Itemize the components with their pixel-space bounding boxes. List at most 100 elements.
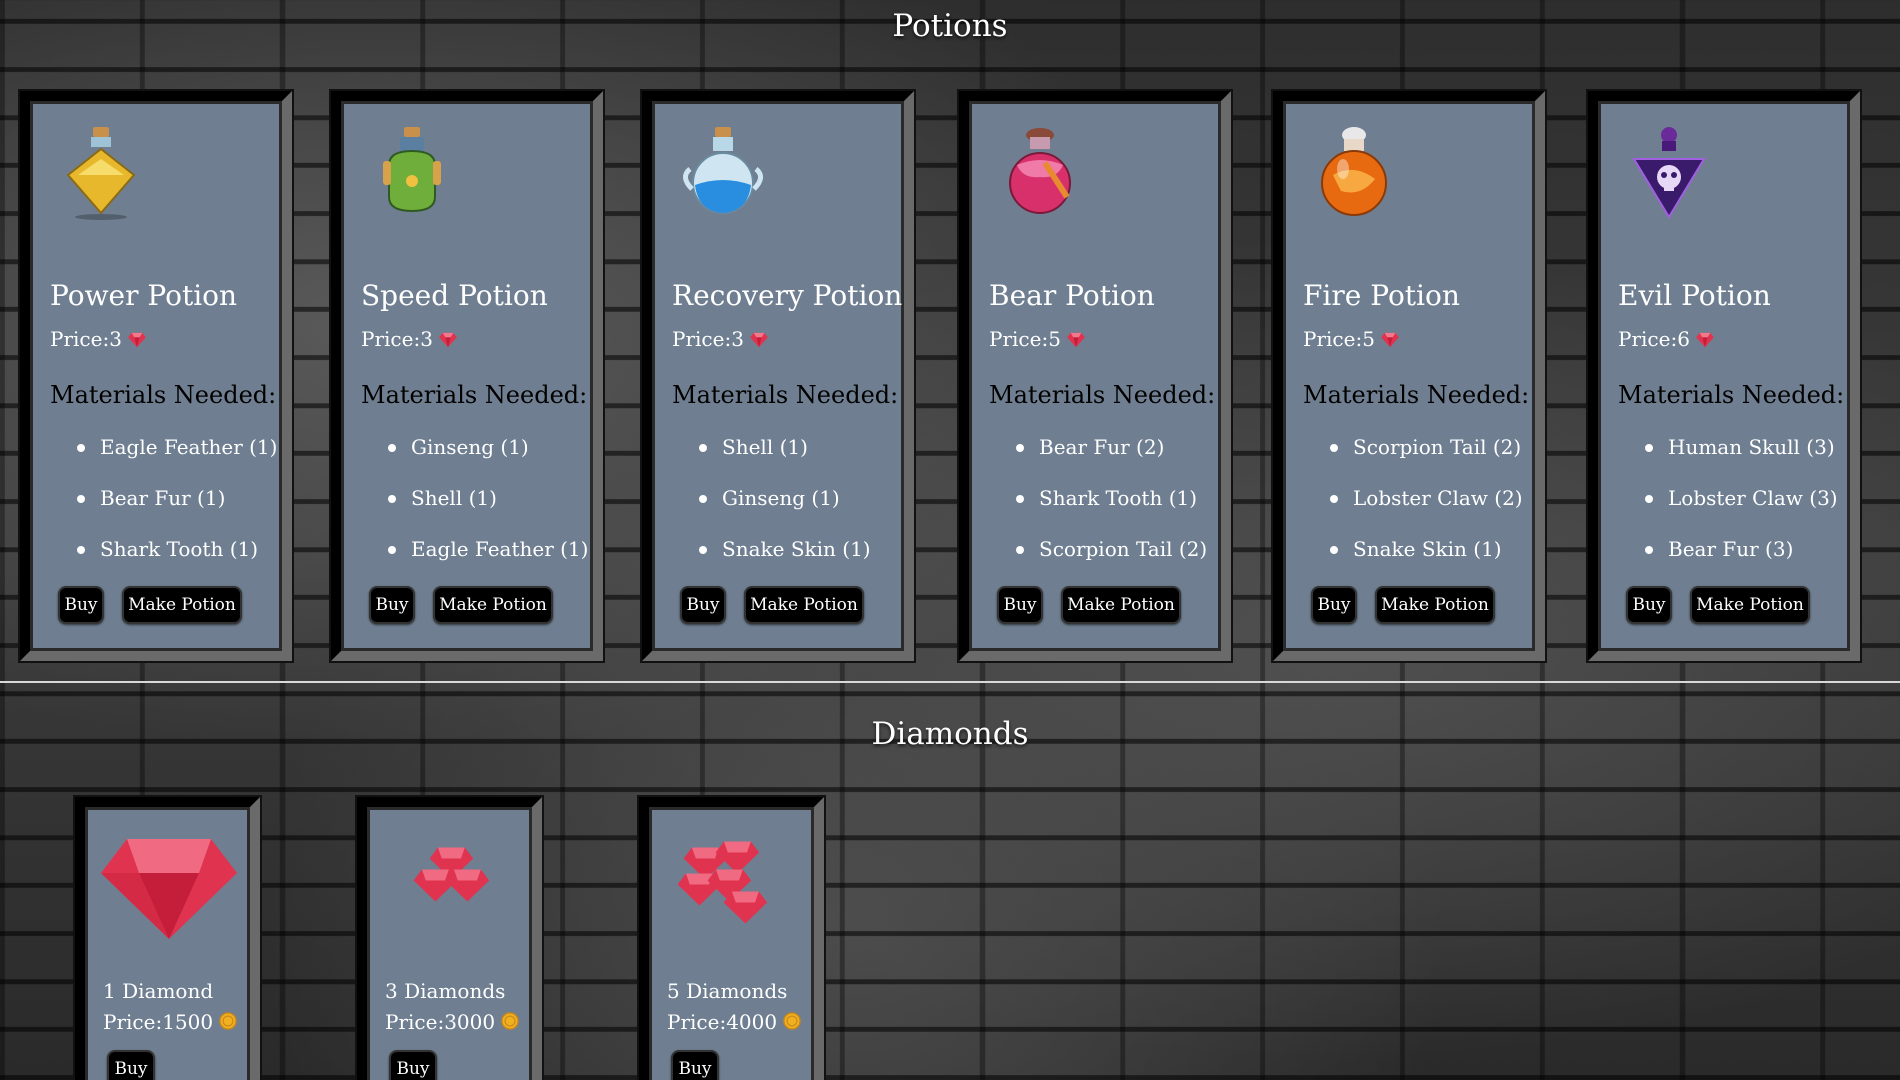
potion-name: Recovery Potion bbox=[672, 279, 903, 312]
make-potion-button[interactable]: Make Potion bbox=[1690, 586, 1810, 624]
yellow-potion-icon bbox=[66, 127, 136, 220]
buy-button[interactable]: Buy bbox=[997, 586, 1043, 624]
diamond-price: Price:4000 bbox=[667, 1010, 801, 1034]
buy-button[interactable]: Buy bbox=[389, 1050, 437, 1080]
buy-button[interactable]: Buy bbox=[1626, 586, 1672, 624]
price-text: Price:5 bbox=[989, 327, 1061, 351]
make-potion-button[interactable]: Make Potion bbox=[1061, 586, 1181, 624]
coin-icon bbox=[783, 1012, 801, 1030]
material-item: Eagle Feather (1) bbox=[361, 537, 588, 588]
potion-price: Price:5 bbox=[989, 327, 1085, 351]
material-item: Ginseng (1) bbox=[672, 486, 871, 537]
price-text: Price:3 bbox=[50, 327, 122, 351]
make-potion-button[interactable]: Make Potion bbox=[744, 586, 864, 624]
buy-button[interactable]: Buy bbox=[58, 586, 104, 624]
potion-price: Price:3 bbox=[672, 327, 768, 351]
price-text: Price:5 bbox=[1303, 327, 1375, 351]
materials-list: Scorpion Tail (2) Lobster Claw (2) Snake… bbox=[1303, 435, 1523, 588]
materials-heading: Materials Needed: bbox=[50, 381, 277, 409]
diamond-icon bbox=[750, 332, 768, 348]
green-potion-icon bbox=[383, 127, 441, 213]
diamond-icon bbox=[128, 332, 146, 348]
diamond-price: Price:3000 bbox=[385, 1010, 519, 1034]
potion-card-recovery: Recovery Potion Price:3 Materials Needed… bbox=[642, 91, 914, 661]
price-text: Price:4000 bbox=[667, 1010, 778, 1034]
potion-card-bear: Bear Potion Price:5 Materials Needed: Be… bbox=[959, 91, 1231, 661]
price-text: Price:3000 bbox=[385, 1010, 496, 1034]
material-item: Shell (1) bbox=[672, 435, 871, 486]
diamond-card-3: 3 Diamonds Price:3000 Buy bbox=[357, 797, 542, 1080]
material-item: Shark Tooth (1) bbox=[50, 537, 277, 588]
material-item: Scorpion Tail (2) bbox=[1303, 435, 1523, 486]
potion-price: Price:6 bbox=[1618, 327, 1714, 351]
price-text: Price:1500 bbox=[103, 1010, 214, 1034]
five-diamonds-icon bbox=[677, 841, 768, 924]
diamond-icon bbox=[1381, 332, 1399, 348]
potion-price: Price:5 bbox=[1303, 327, 1399, 351]
diamond-name: 1 Diamond bbox=[103, 979, 214, 1003]
potion-name: Power Potion bbox=[50, 279, 238, 312]
buy-button[interactable]: Buy bbox=[1311, 586, 1357, 624]
buy-button[interactable]: Buy bbox=[671, 1050, 719, 1080]
diamond-name: 5 Diamonds bbox=[667, 979, 788, 1003]
potion-name: Speed Potion bbox=[361, 279, 548, 312]
materials-heading: Materials Needed: bbox=[361, 381, 588, 409]
materials-list: Ginseng (1) Shell (1) Eagle Feather (1) bbox=[361, 435, 588, 588]
materials-heading: Materials Needed: bbox=[1303, 381, 1530, 409]
materials-list: Eagle Feather (1) Bear Fur (1) Shark Too… bbox=[50, 435, 277, 588]
pink-potion-icon bbox=[1009, 128, 1071, 214]
single-diamond-icon bbox=[101, 839, 237, 939]
three-diamonds-icon bbox=[413, 847, 490, 902]
materials-list: Bear Fur (2) Shark Tooth (1) Scorpion Ta… bbox=[989, 435, 1207, 588]
diamond-icon bbox=[439, 332, 457, 348]
materials-heading: Materials Needed: bbox=[672, 381, 899, 409]
diamond-card-5: 5 Diamonds Price:4000 Buy bbox=[639, 797, 824, 1080]
diamonds-section-title: Diamonds bbox=[871, 716, 1029, 752]
section-divider bbox=[0, 681, 1900, 683]
material-item: Lobster Claw (2) bbox=[1303, 486, 1523, 537]
diamond-price: Price:1500 bbox=[103, 1010, 237, 1034]
potion-card-evil: Evil Potion Price:6 Materials Needed: Hu… bbox=[1588, 91, 1860, 661]
purple-skull-potion-icon bbox=[1632, 127, 1706, 219]
material-item: Snake Skin (1) bbox=[1303, 537, 1523, 588]
diamond-icon bbox=[1696, 332, 1714, 348]
diamond-name: 3 Diamonds bbox=[385, 979, 506, 1003]
material-item: Snake Skin (1) bbox=[672, 537, 871, 588]
orange-potion-icon bbox=[1321, 127, 1387, 216]
buy-button[interactable]: Buy bbox=[369, 586, 415, 624]
potion-name: Evil Potion bbox=[1618, 279, 1771, 312]
materials-heading: Materials Needed: bbox=[1618, 381, 1845, 409]
make-potion-button[interactable]: Make Potion bbox=[1375, 586, 1495, 624]
materials-heading: Materials Needed: bbox=[989, 381, 1216, 409]
potion-card-power: Power Potion Price:3 Materials Needed: E… bbox=[20, 91, 292, 661]
potion-price: Price:3 bbox=[361, 327, 457, 351]
buy-button[interactable]: Buy bbox=[107, 1050, 155, 1080]
potion-card-speed: Speed Potion Price:3 Materials Needed: G… bbox=[331, 91, 603, 661]
potion-price: Price:3 bbox=[50, 327, 146, 351]
material-item: Lobster Claw (3) bbox=[1618, 486, 1838, 537]
material-item: Eagle Feather (1) bbox=[50, 435, 277, 486]
potion-name: Fire Potion bbox=[1303, 279, 1460, 312]
materials-list: Human Skull (3) Lobster Claw (3) Bear Fu… bbox=[1618, 435, 1838, 588]
blue-potion-icon bbox=[683, 127, 763, 214]
potions-section-title: Potions bbox=[892, 8, 1008, 44]
coin-icon bbox=[219, 1012, 237, 1030]
materials-list: Shell (1) Ginseng (1) Snake Skin (1) bbox=[672, 435, 871, 588]
material-item: Shell (1) bbox=[361, 486, 588, 537]
material-item: Human Skull (3) bbox=[1618, 435, 1838, 486]
make-potion-button[interactable]: Make Potion bbox=[122, 586, 242, 624]
coin-icon bbox=[501, 1012, 519, 1030]
price-text: Price:6 bbox=[1618, 327, 1690, 351]
buy-button[interactable]: Buy bbox=[680, 586, 726, 624]
price-text: Price:3 bbox=[672, 327, 744, 351]
make-potion-button[interactable]: Make Potion bbox=[433, 586, 553, 624]
material-item: Scorpion Tail (2) bbox=[989, 537, 1207, 588]
diamond-card-1: 1 Diamond Price:1500 Buy bbox=[75, 797, 260, 1080]
material-item: Bear Fur (3) bbox=[1618, 537, 1838, 588]
diamond-icon bbox=[1067, 332, 1085, 348]
potion-card-fire: Fire Potion Price:5 Materials Needed: Sc… bbox=[1273, 91, 1545, 661]
material-item: Ginseng (1) bbox=[361, 435, 588, 486]
potion-name: Bear Potion bbox=[989, 279, 1155, 312]
price-text: Price:3 bbox=[361, 327, 433, 351]
material-item: Shark Tooth (1) bbox=[989, 486, 1207, 537]
